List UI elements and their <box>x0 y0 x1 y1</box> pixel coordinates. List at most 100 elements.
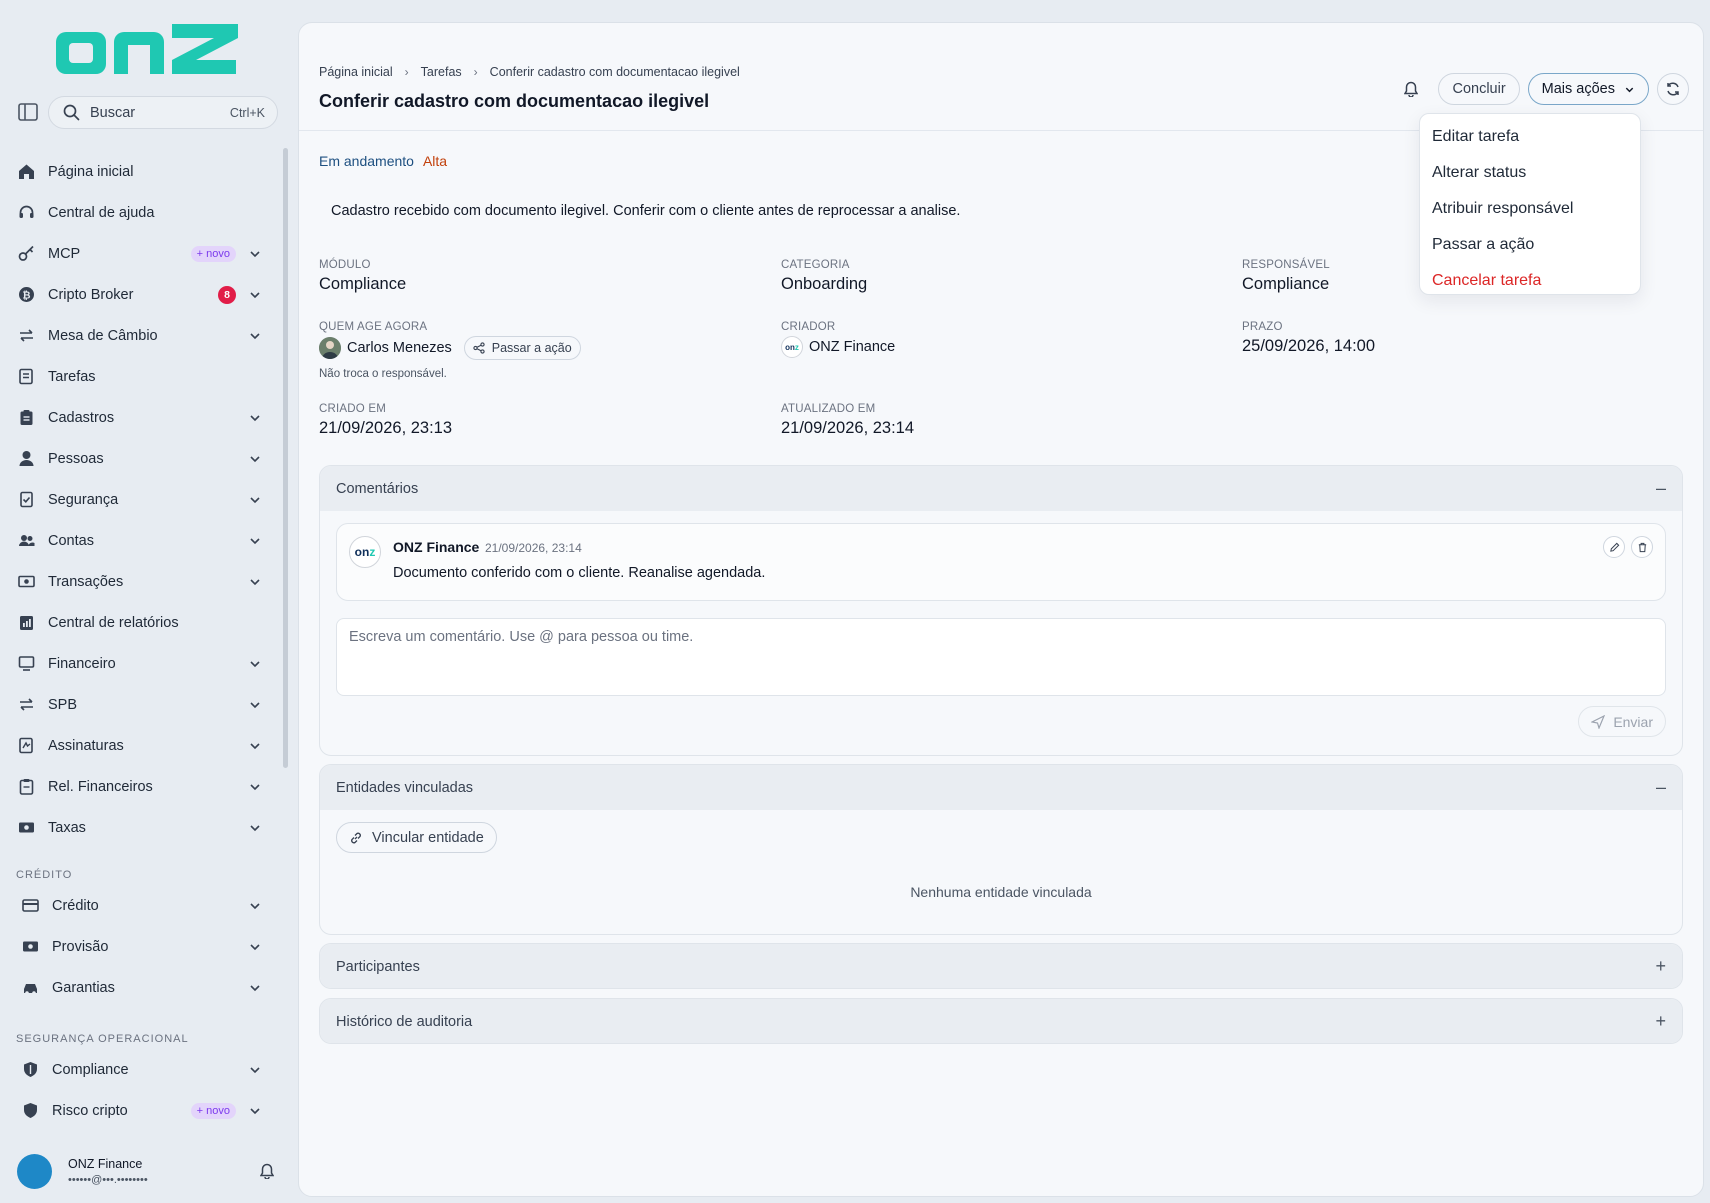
edit-comment-button[interactable] <box>1603 536 1625 558</box>
chevron-down-icon[interactable] <box>248 1104 262 1118</box>
sidebar-scrollbar[interactable] <box>283 148 288 768</box>
sidebar-item-seguranca[interactable]: Segurança <box>0 479 282 520</box>
refresh-button[interactable] <box>1657 73 1689 105</box>
chevron-down-icon[interactable] <box>248 981 262 995</box>
breadcrumb: Página inicial › Tarefas › Conferir cada… <box>319 65 740 79</box>
chevron-down-icon[interactable] <box>248 534 262 548</box>
user-profile[interactable]: ONZ Finance ••••••@•••.•••••••• <box>0 1140 296 1203</box>
bell-icon[interactable] <box>260 1163 274 1179</box>
collapse-icon[interactable]: – <box>1656 478 1666 499</box>
chevron-down-icon[interactable] <box>248 411 262 425</box>
sidebar-item-risco-cripto[interactable]: Risco cripto + novo <box>0 1090 282 1121</box>
sidebar-item-label: Financeiro <box>48 655 116 672</box>
sidebar-item-credito[interactable]: Crédito <box>0 885 282 926</box>
sidebar-item-central-de-ajuda[interactable]: Central de ajuda <box>0 192 282 233</box>
menu-item-assign-owner[interactable]: Atribuir responsável <box>1420 191 1640 227</box>
participants-card[interactable]: Participantes + <box>319 943 1683 989</box>
sidebar-item-provisao[interactable]: Provisão <box>0 926 282 967</box>
field-label: PRAZO <box>1242 321 1283 333</box>
section-title-credito: CRÉDITO <box>16 869 73 881</box>
sidebar-item-assinaturas[interactable]: Assinaturas <box>0 725 282 766</box>
link-entity-button[interactable]: Vincular entidade <box>336 822 497 853</box>
avatar[interactable] <box>17 1154 52 1189</box>
notify-button[interactable] <box>1394 73 1428 105</box>
chevron-down-icon[interactable] <box>248 247 262 261</box>
money-icon <box>21 938 39 956</box>
send-button[interactable]: Enviar <box>1578 706 1666 737</box>
menu-item-change-status[interactable]: Alterar status <box>1420 155 1640 191</box>
chevron-down-icon[interactable] <box>248 452 262 466</box>
linked-entities-card: Entidades vinculadas – Vincular entidade… <box>319 764 1683 935</box>
sidebar-item-label: Segurança <box>48 491 119 508</box>
menu-item-cancel-task[interactable]: Cancelar tarefa <box>1420 263 1640 299</box>
field-label: CATEGORIA <box>781 259 850 271</box>
pencil-icon <box>1609 542 1619 552</box>
sidebar-item-cripto-broker[interactable]: ₿ Cripto Broker 8 <box>0 274 282 315</box>
home-icon <box>17 163 35 181</box>
search-icon <box>63 104 80 121</box>
sidebar-item-taxas[interactable]: Taxas <box>0 807 282 848</box>
chevron-down-icon[interactable] <box>248 493 262 507</box>
sidebar-toggle-icon[interactable] <box>18 103 38 121</box>
comments-header[interactable]: Comentários – <box>320 466 1682 511</box>
more-actions-button[interactable]: Mais ações <box>1527 73 1649 105</box>
chevron-down-icon[interactable] <box>248 821 262 835</box>
comments-title: Comentários <box>336 480 419 497</box>
chevron-down-icon[interactable] <box>248 940 262 954</box>
user-email: ••••••@•••.•••••••• <box>68 1174 148 1186</box>
sidebar-item-financeiro[interactable]: Financeiro <box>0 643 282 684</box>
audit-history-header[interactable]: Histórico de auditoria + <box>320 999 1682 1043</box>
sidebar-item-cadastros[interactable]: Cadastros <box>0 397 282 438</box>
menu-item-edit-task[interactable]: Editar tarefa <box>1420 119 1640 155</box>
sidebar-item-central-de-relatorios[interactable]: Central de relatórios <box>0 602 282 643</box>
send-icon <box>1591 714 1606 729</box>
linked-entities-header[interactable]: Entidades vinculadas – <box>320 765 1682 810</box>
sidebar-item-transacoes[interactable]: Transações <box>0 561 282 602</box>
expand-icon[interactable]: + <box>1655 956 1666 977</box>
sidebar-item-rel-financeiros[interactable]: Rel. Financeiros <box>0 766 282 807</box>
field-label: CRIADOR <box>781 321 836 333</box>
sidebar-item-pessoas[interactable]: Pessoas <box>0 438 282 479</box>
breadcrumb-home[interactable]: Página inicial <box>319 65 393 79</box>
sidebar-item-tarefas[interactable]: Tarefas <box>0 356 282 397</box>
participants-header[interactable]: Participantes + <box>320 944 1682 988</box>
comment-text: Documento conferido com o cliente. Reana… <box>393 565 766 581</box>
comment-author: ONZ Finance <box>393 539 480 555</box>
sidebar-item-label: Provisão <box>52 938 109 955</box>
sidebar-item-contas[interactable]: Contas <box>0 520 282 561</box>
sidebar-item-spb[interactable]: SPB <box>0 684 282 725</box>
breadcrumb-tarefas[interactable]: Tarefas <box>421 65 462 79</box>
sidebar-item-mesa-de-cambio[interactable]: Mesa de Câmbio <box>0 315 282 356</box>
chevron-down-icon[interactable] <box>248 899 262 913</box>
sidebar-item-garantias[interactable]: Garantias <box>0 967 282 1008</box>
expand-icon[interactable]: + <box>1655 1011 1666 1032</box>
menu-item-pass-action[interactable]: Passar a ação <box>1420 227 1640 263</box>
field-label: ATUALIZADO EM <box>781 403 876 415</box>
chevron-down-icon[interactable] <box>248 739 262 753</box>
conclude-button[interactable]: Concluir <box>1438 73 1520 105</box>
chevron-down-icon[interactable] <box>248 288 262 302</box>
chevron-down-icon[interactable] <box>248 1063 262 1077</box>
send-label: Enviar <box>1613 713 1653 730</box>
sidebar-item-pagina-inicial[interactable]: Página inicial <box>0 151 282 192</box>
chevron-right-icon: › <box>473 65 478 79</box>
chevron-down-icon[interactable] <box>248 329 262 343</box>
comment-input[interactable]: Escreva um comentário. Use @ para pessoa… <box>336 618 1666 696</box>
sidebar-item-mcp[interactable]: MCP + novo <box>0 233 282 274</box>
search-input[interactable]: Buscar Ctrl+K <box>48 96 278 129</box>
onz-logo[interactable] <box>54 20 238 78</box>
sidebar-item-compliance[interactable]: Compliance <box>0 1049 282 1090</box>
chevron-down-icon[interactable] <box>248 780 262 794</box>
pass-action-button[interactable]: Passar a ação <box>463 336 581 360</box>
delete-comment-button[interactable] <box>1631 536 1653 558</box>
chevron-down-icon[interactable] <box>248 575 262 589</box>
link-entity-label: Vincular entidade <box>372 829 484 846</box>
page-title: Conferir cadastro com documentacao ilegi… <box>319 91 710 111</box>
chevron-down-icon[interactable] <box>248 657 262 671</box>
field-categoria: CATEGORIA Onboarding <box>781 259 867 294</box>
audit-history-card[interactable]: Histórico de auditoria + <box>319 998 1683 1044</box>
chevron-down-icon[interactable] <box>248 698 262 712</box>
collapse-icon[interactable]: – <box>1656 777 1666 798</box>
comment-time: 21/09/2026, 23:14 <box>485 541 582 555</box>
field-label: RESPONSÁVEL <box>1242 259 1330 271</box>
